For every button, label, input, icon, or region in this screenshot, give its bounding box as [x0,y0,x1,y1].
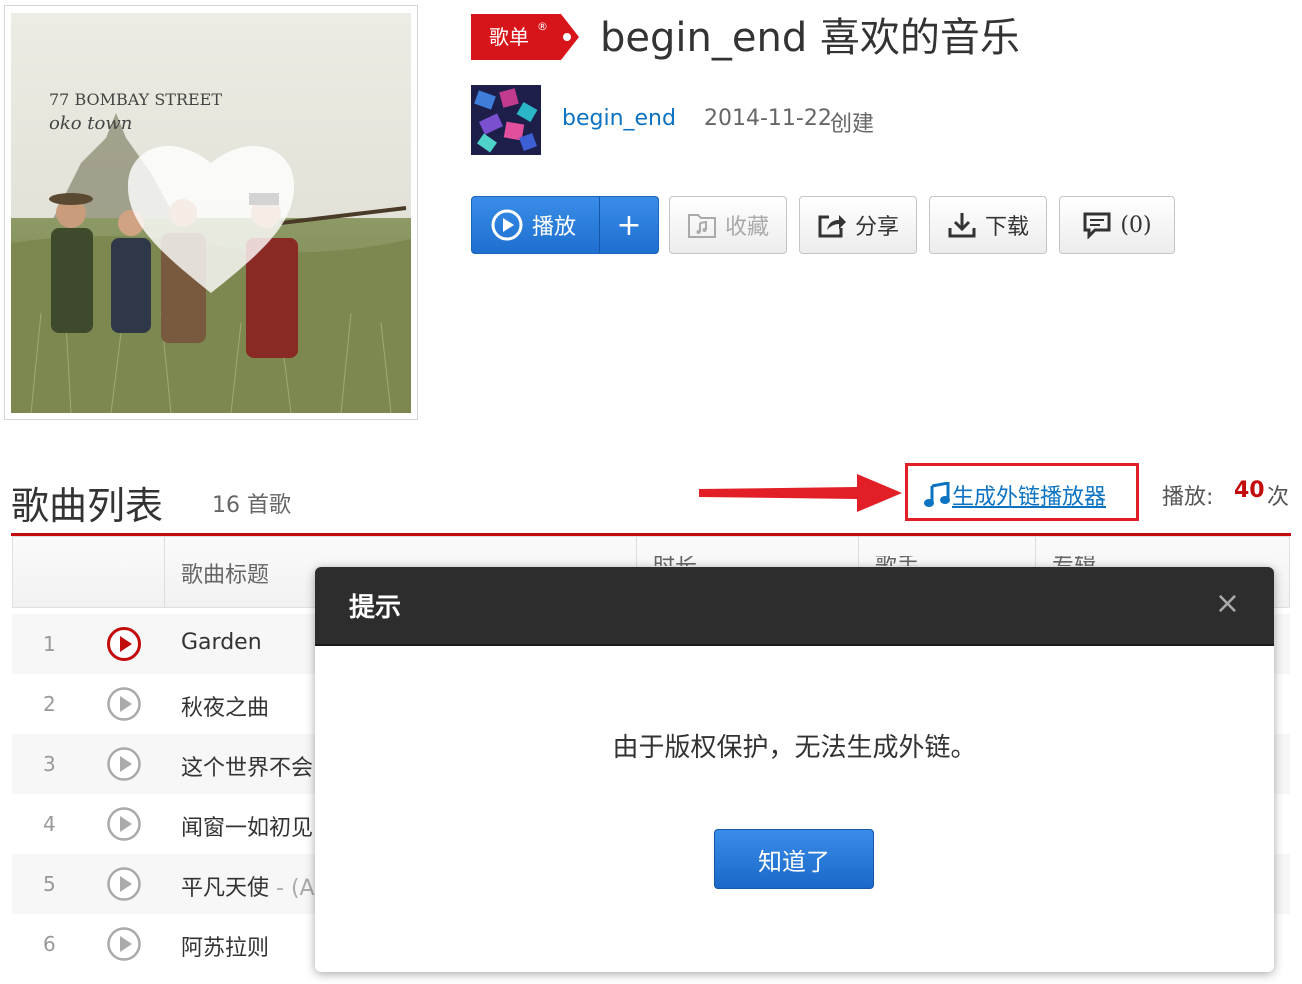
folder-music-icon [687,214,716,238]
track-number: 5 [43,872,56,896]
create-label: 创建 [830,112,875,137]
cover-band-text: 77 BOMBAY STREET [49,90,222,109]
close-icon[interactable]: × [1215,589,1240,619]
play-track-icon[interactable] [106,926,142,966]
track-name[interactable]: Garden [181,630,262,655]
favorite-button[interactable]: 收藏 [669,196,787,254]
creator-name-link[interactable]: begin_end [562,106,676,131]
playlist-cover[interactable]: 77 BOMBAY STREET oko town [11,13,411,413]
create-date: 2014-11-22 [704,106,832,131]
badge-mark: ® [537,20,548,33]
play-track-icon[interactable] [106,806,142,846]
alert-dialog: 提示 × 由于版权保护，无法生成外链。 知道了 [315,567,1274,972]
column-header-artist: 歌手 [875,556,919,566]
download-button[interactable]: 下载 [929,196,1047,254]
badge-label: 歌单 [489,25,529,49]
playlist-badge: 歌单 ® [471,14,581,64]
play-count-value: 40 [1234,478,1265,503]
play-circle-icon [491,209,523,241]
track-name[interactable]: 秋夜之曲 [181,696,269,721]
play-track-icon[interactable] [106,686,142,726]
dialog-message: 由于版权保护，无法生成外链。 [612,733,977,763]
share-icon [818,215,846,238]
play-button-label: 播放 [532,215,577,240]
column-header-title: 歌曲标题 [181,563,270,588]
add-to-queue-button[interactable]: + [600,197,658,253]
play-track-icon[interactable] [106,866,142,906]
comment-count: (0) [1120,212,1152,238]
dialog-ok-button[interactable]: 知道了 [714,829,874,889]
share-button[interactable]: 分享 [799,196,917,254]
track-number: 2 [43,692,56,716]
dialog-title: 提示 [349,593,402,623]
playlist-title: begin_end 喜欢的音乐 [600,15,1020,61]
track-extra: - (A [269,876,315,901]
track-number: 3 [43,752,56,776]
favorite-label: 收藏 [724,215,769,240]
song-count: 16 首歌 [212,493,291,518]
song-list-title: 歌曲列表 [11,484,164,528]
track-number: 4 [43,812,56,836]
cover-album-text: oko town [49,113,132,134]
annotation-arrow [697,470,907,520]
share-label: 分享 [854,215,899,240]
column-header-duration: 时长 [653,556,697,566]
comment-icon [1083,212,1111,239]
play-count-label: 播放: [1162,485,1214,510]
generate-external-player-link[interactable]: 生成外链播放器 [924,479,1106,511]
track-number: 1 [43,632,56,656]
track-name[interactable]: 闻窗一如初见 [181,816,313,841]
play-track-icon[interactable] [106,746,142,786]
download-icon [948,213,976,238]
play-count-unit: 次 [1267,485,1290,510]
play-track-icon[interactable] [106,626,142,666]
generate-external-player-label: 生成外链播放器 [952,485,1107,510]
column-header-album: 专辑 [1052,556,1096,566]
track-name[interactable]: 这个世界不会 [181,756,313,781]
download-label: 下载 [984,215,1029,240]
track-name[interactable]: 阿苏拉则 [181,936,269,961]
track-name[interactable]: 平凡天使 [181,876,269,901]
play-button-group: 播放 + [471,196,659,254]
music-note-icon [924,482,950,507]
comment-button[interactable]: (0) [1059,196,1175,254]
dialog-header: 提示 × [315,567,1274,646]
track-number: 6 [43,932,56,956]
play-button[interactable]: 播放 [472,197,600,253]
creator-avatar[interactable] [471,85,541,155]
